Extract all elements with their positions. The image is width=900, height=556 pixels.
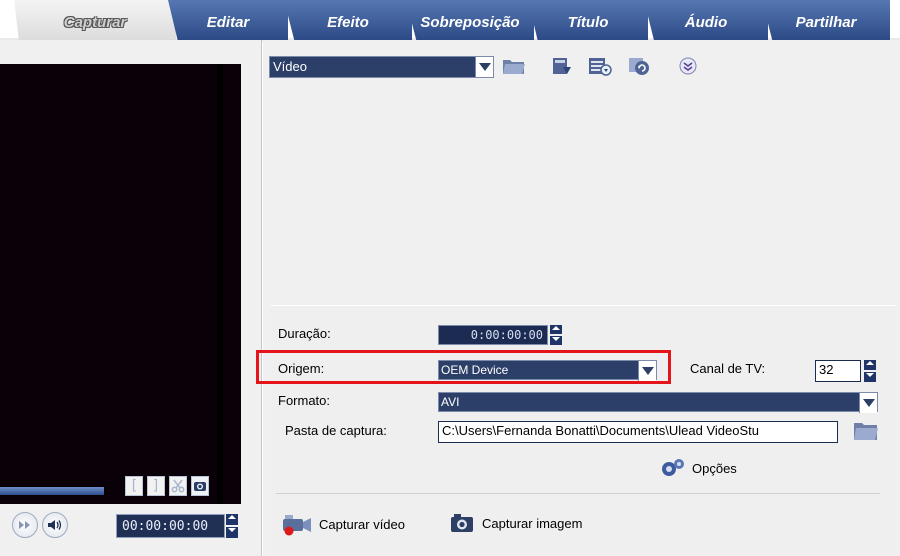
duration-field[interactable]: 0:00:00:00 xyxy=(438,325,548,345)
capture-image-label: Capturar imagem xyxy=(482,515,583,531)
library-options-icon[interactable] xyxy=(587,54,613,78)
trim-controls: [ ] xyxy=(125,476,209,496)
spin-down-icon[interactable] xyxy=(226,527,238,538)
tab-title[interactable]: Título xyxy=(528,0,648,40)
import-icon[interactable] xyxy=(549,54,575,78)
volume-icon[interactable] xyxy=(42,512,68,538)
library-category-select[interactable]: Vídeo xyxy=(269,56,494,78)
chevron-down-icon[interactable] xyxy=(475,57,493,77)
spin-down-icon[interactable] xyxy=(864,372,876,382)
spin-down-icon[interactable] xyxy=(550,336,562,345)
tab-share[interactable]: Partilhar xyxy=(762,0,890,40)
preview-screen xyxy=(0,64,241,504)
mark-out-icon[interactable]: ] xyxy=(147,476,165,496)
tab-effect[interactable]: Efeito xyxy=(284,0,412,40)
library-category-value: Vídeo xyxy=(273,59,307,74)
duration-label: Duração: xyxy=(278,326,331,341)
format-value: AVI xyxy=(441,395,460,409)
preview-timecode-spinner[interactable] xyxy=(226,514,238,538)
main-tab-bar: Capturar Editar Efeito Sobreposição Títu… xyxy=(0,0,900,42)
capture-folder-field[interactable]: C:\Users\Fernanda Bonatti\Documents\Ulea… xyxy=(438,421,838,443)
duration-spinner[interactable] xyxy=(550,325,562,345)
tv-channel-field[interactable]: 32 xyxy=(815,360,861,382)
tab-overlay[interactable]: Sobreposição xyxy=(406,0,534,40)
sort-icon[interactable] xyxy=(627,54,653,78)
source-highlight-box xyxy=(256,350,671,384)
format-select[interactable]: AVI xyxy=(438,392,878,413)
capture-folder-label: Pasta de captura: xyxy=(285,423,387,438)
tab-edit[interactable]: Editar xyxy=(168,0,288,40)
fast-forward-icon[interactable] xyxy=(12,512,38,538)
video-camera-icon xyxy=(283,515,311,536)
preview-screen-edge xyxy=(217,64,223,504)
capture-video-button[interactable]: Capturar vídeo xyxy=(281,511,405,537)
tv-channel-label: Canal de TV: xyxy=(690,361,766,376)
folder-icon[interactable] xyxy=(501,54,527,78)
mark-in-icon[interactable]: [ xyxy=(125,476,143,496)
browse-folder-icon[interactable] xyxy=(852,419,880,443)
camera-icon xyxy=(451,514,473,532)
snapshot-icon[interactable] xyxy=(191,476,209,496)
spin-up-icon[interactable] xyxy=(864,360,876,370)
format-label: Formato: xyxy=(278,393,331,408)
cut-icon[interactable] xyxy=(169,476,187,496)
preview-timecode[interactable]: 00:00:00:00 xyxy=(116,514,225,538)
tab-capture[interactable]: Capturar xyxy=(14,0,176,40)
options-label: Opções xyxy=(692,460,737,476)
chevron-down-icon[interactable] xyxy=(859,393,877,413)
playback-progress-bar[interactable] xyxy=(0,487,104,495)
options-button[interactable]: Opções xyxy=(660,456,737,480)
capture-image-button[interactable]: Capturar imagem xyxy=(448,511,582,535)
gear-icon xyxy=(662,459,684,476)
tv-channel-spinner[interactable] xyxy=(864,360,876,382)
expand-icon[interactable] xyxy=(675,54,701,78)
tab-audio[interactable]: Áudio xyxy=(644,0,768,40)
options-separator xyxy=(276,493,880,494)
preview-panel: [ ] 00:00:00:00 xyxy=(0,40,262,556)
capture-video-label: Capturar vídeo xyxy=(319,516,405,532)
spin-up-icon[interactable] xyxy=(550,325,562,334)
spin-up-icon[interactable] xyxy=(226,514,238,525)
